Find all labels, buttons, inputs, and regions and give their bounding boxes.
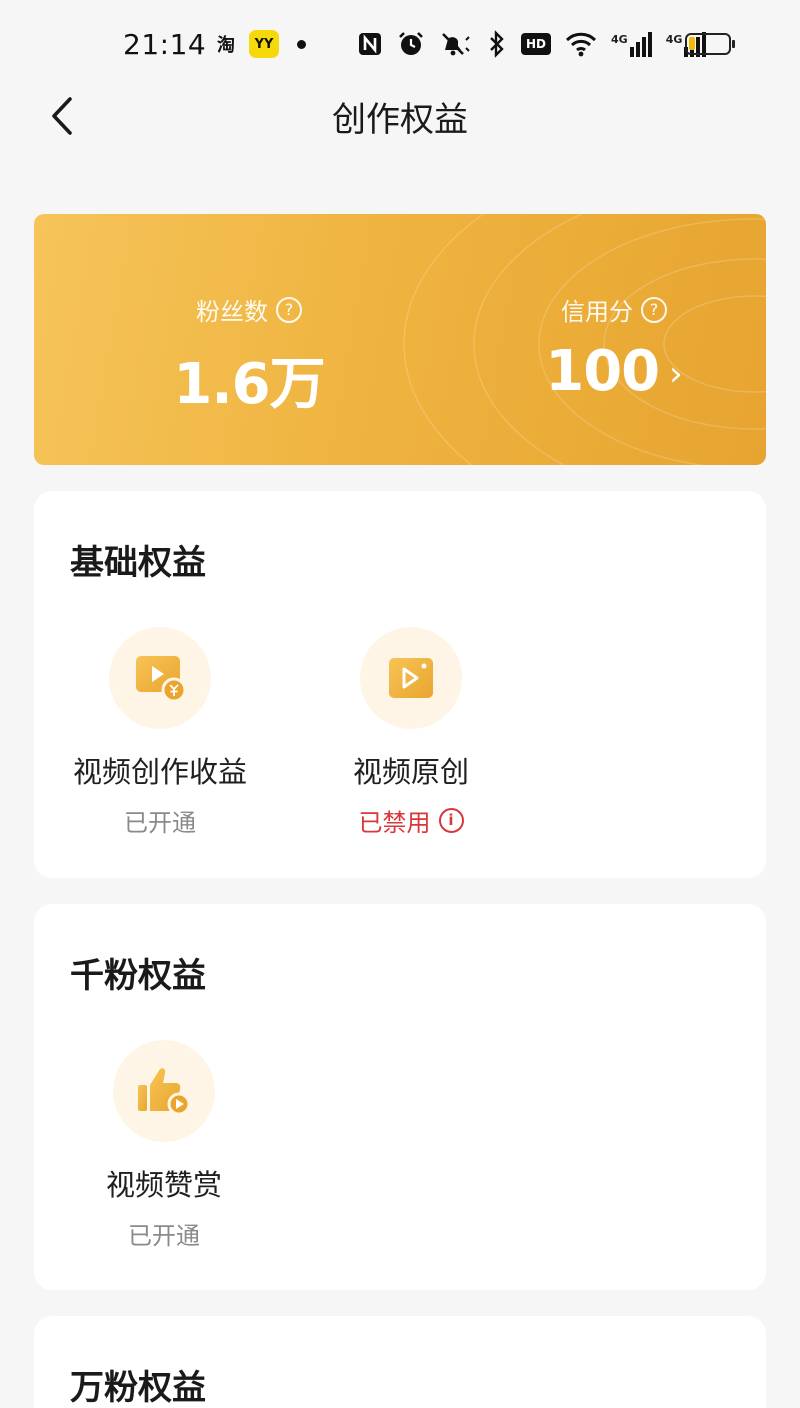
benefit-video-earnings[interactable]: 视频创作收益 已开通 [60, 627, 260, 838]
benefit-status: 已开通 [64, 1216, 264, 1251]
basic-benefits-card: 基础权益 视频创作收益 已开通 视频原创 已禁用 i [34, 491, 766, 878]
signal-bar [647, 32, 652, 57]
benefit-icon-bg [113, 1040, 215, 1142]
yy-icon: YY [249, 30, 279, 58]
fans-label-row: 粉丝数 ? [154, 292, 344, 327]
battery-icon [685, 33, 735, 55]
fans-value-row: 1.6万 [154, 339, 344, 420]
credit-value: 100 [545, 339, 660, 404]
fans-label: 粉丝数 [196, 298, 268, 326]
benefit-status-text: 已开通 [124, 809, 196, 837]
signal-bar [635, 42, 640, 57]
alarm-icon [399, 32, 423, 55]
stats-card: 粉丝数 ? 1.6万 信用分 ? 100 › [34, 214, 766, 465]
benefit-name: 视频创作收益 [72, 755, 247, 789]
thousand-fans-benefits-card: 千粉权益 视频赞赏 已开通 [34, 904, 766, 1290]
credit-value-row: 100 › [519, 339, 709, 404]
benefit-status: 已开通 [60, 803, 260, 838]
thumbs-up-icon [138, 1068, 191, 1116]
page-title: 创作权益 [332, 100, 468, 140]
nfc-icon [359, 33, 381, 55]
benefit-status-text: 已禁用 [358, 809, 431, 837]
benefit-video-original[interactable]: 视频原创 已禁用 i [311, 627, 511, 838]
mute-icon [442, 33, 470, 56]
section-title: 基础权益 [70, 543, 206, 583]
tenk-fans-benefits-card: 万粉权益 [34, 1316, 766, 1408]
taobao-icon: 淘 [217, 35, 235, 56]
benefit-status: 已禁用 i [311, 803, 511, 838]
hd-icon: HD [521, 33, 551, 55]
credit-label: 信用分 [561, 298, 633, 326]
section-title: 千粉权益 [70, 956, 206, 996]
benefit-icon-bg [109, 627, 211, 729]
signal-4g-icon-1: 4G [611, 31, 652, 57]
notification-dot-icon [297, 40, 306, 49]
benefit-name: 视频赞赏 [105, 1168, 222, 1202]
benefit-name: 视频原创 [352, 755, 469, 789]
status-icons: HD 4G 4G [357, 28, 707, 60]
credit-label-row: 信用分 ? [519, 292, 709, 327]
signal-4g-label-2: 4G [665, 33, 683, 46]
video-earnings-icon [136, 656, 186, 702]
wifi-icon [565, 32, 597, 57]
header: 创作权益 [0, 88, 800, 148]
credit-help-icon[interactable]: ? [641, 296, 667, 323]
benefit-icon-bg [360, 627, 462, 729]
chevron-right-icon: › [669, 353, 683, 394]
info-icon[interactable]: i [438, 808, 464, 833]
signal-bar [629, 47, 634, 57]
signal-bar [641, 37, 646, 57]
signal-4g-label-1: 4G [611, 33, 628, 46]
benefit-video-tipping[interactable]: 视频赞赏 已开通 [64, 1040, 264, 1251]
fans-stat: 粉丝数 ? 1.6万 [154, 292, 344, 420]
status-bar: 21:14 淘 YY HD 4G 4G [0, 0, 800, 88]
status-time: 21:14 [123, 28, 207, 61]
battery-level [689, 37, 695, 50]
video-original-icon [389, 658, 433, 698]
credit-stat[interactable]: 信用分 ? 100 › [519, 292, 709, 404]
fans-value: 1.6万 [173, 352, 325, 417]
fans-help-icon[interactable]: ? [276, 296, 302, 323]
benefit-status-text: 已开通 [128, 1222, 200, 1250]
bluetooth-icon [490, 30, 504, 58]
section-title: 万粉权益 [70, 1368, 206, 1408]
